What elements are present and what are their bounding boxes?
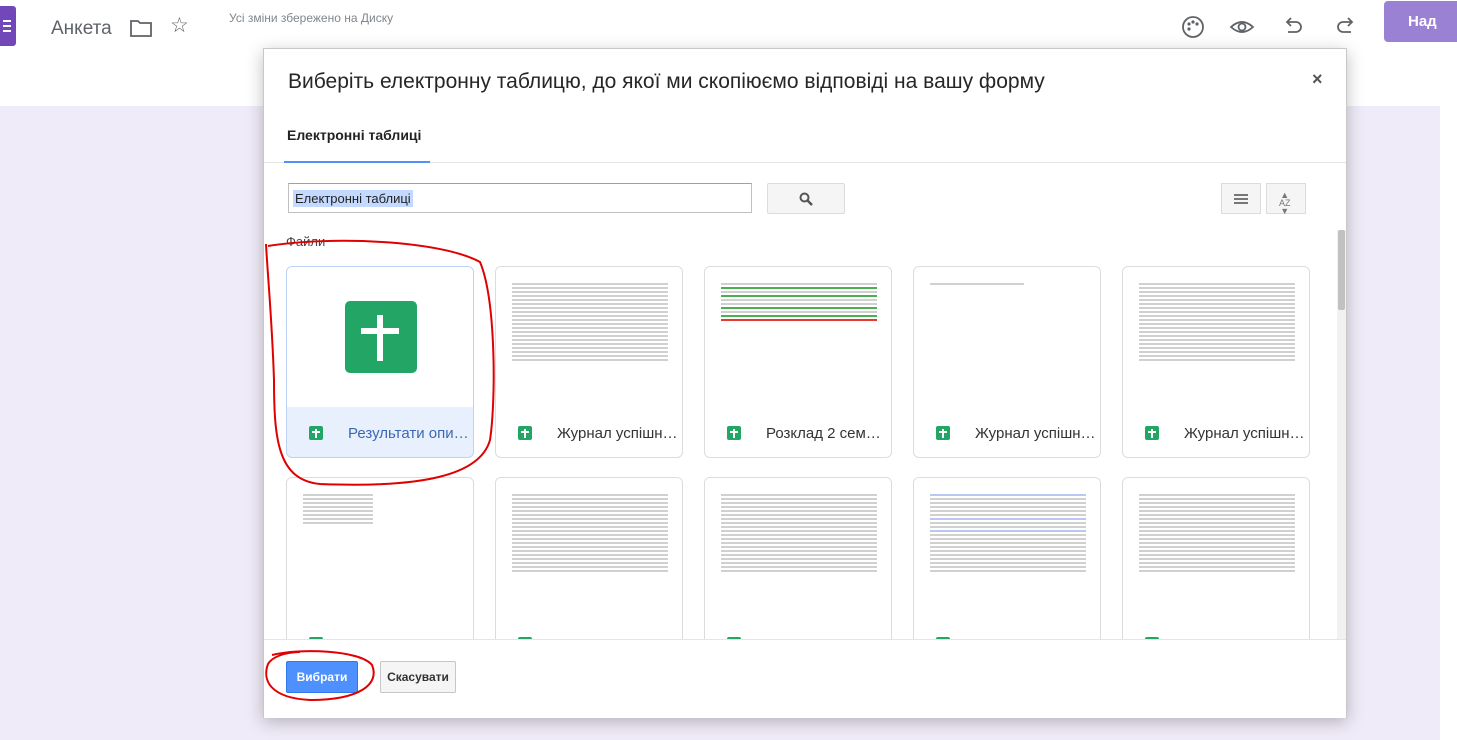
file-name: Журнал успішн… bbox=[557, 425, 678, 442]
sheets-icon bbox=[518, 426, 532, 440]
folder-icon[interactable] bbox=[130, 19, 152, 37]
file-thumbnail bbox=[1123, 478, 1309, 618]
file-thumbnail bbox=[287, 478, 473, 618]
files-section-label: Файли bbox=[286, 234, 326, 249]
file-card[interactable]: Розклад 2 сем… bbox=[704, 266, 892, 458]
file-card[interactable]: Результати опи… bbox=[286, 266, 474, 458]
dialog-footer: Вибрати Скасувати bbox=[264, 639, 1346, 718]
sheets-icon bbox=[309, 426, 323, 440]
star-icon[interactable]: ☆ bbox=[170, 15, 189, 36]
palette-icon[interactable] bbox=[1180, 14, 1206, 40]
file-thumbnail bbox=[496, 478, 682, 618]
tab-spreadsheets[interactable]: Електронні таблиці bbox=[287, 127, 421, 143]
file-name: Результати опи… bbox=[348, 425, 469, 442]
sort-az-icon: ▲ AZ ▼ bbox=[1279, 190, 1291, 216]
file-name: Журнал успішн… bbox=[1184, 425, 1305, 442]
sheets-icon bbox=[727, 426, 741, 440]
save-status: Усі зміни збережено на Диску bbox=[229, 11, 394, 25]
file-thumbnail bbox=[914, 478, 1100, 618]
sheets-icon bbox=[1145, 426, 1159, 440]
search-icon bbox=[799, 192, 813, 206]
search-button[interactable] bbox=[767, 183, 845, 214]
file-card[interactable]: Журнал успішн… bbox=[495, 266, 683, 458]
file-thumbnail bbox=[496, 267, 682, 407]
redo-icon[interactable] bbox=[1333, 14, 1359, 40]
undo-icon[interactable] bbox=[1280, 14, 1306, 40]
sort-button[interactable]: ▲ AZ ▼ bbox=[1266, 183, 1306, 216]
file-name: Розклад 2 сем… bbox=[766, 425, 881, 442]
cancel-button[interactable]: Скасувати bbox=[380, 661, 456, 693]
list-view-button[interactable] bbox=[1221, 183, 1261, 214]
file-thumbnail bbox=[705, 267, 891, 407]
file-card[interactable]: Журнал успішн… bbox=[913, 266, 1101, 458]
eye-icon[interactable] bbox=[1229, 14, 1255, 40]
scrollbar-thumb[interactable] bbox=[1338, 230, 1345, 310]
file-card[interactable]: Журнал успішн… bbox=[1122, 266, 1310, 458]
file-thumbnail bbox=[287, 267, 473, 407]
document-title[interactable]: Анкета bbox=[51, 18, 112, 40]
sheets-icon bbox=[936, 426, 950, 440]
search-input-value: Електронні таблиці bbox=[293, 190, 413, 207]
file-thumbnail bbox=[1123, 267, 1309, 407]
grid-scrollbar[interactable] bbox=[1337, 230, 1346, 684]
search-input[interactable]: Електронні таблиці bbox=[288, 183, 752, 213]
sheets-large-icon bbox=[345, 301, 417, 373]
file-name: Журнал успішн… bbox=[975, 425, 1096, 442]
list-view-icon bbox=[1234, 194, 1248, 204]
picker-content: Електронні таблиці ▲ AZ ▼ Файли Результати… bbox=[264, 163, 1346, 684]
dialog-title: Виберіть електронну таблицю, до якої ми … bbox=[288, 70, 1045, 93]
spreadsheet-picker-dialog: Виберіть електронну таблицю, до якої ми … bbox=[263, 48, 1347, 718]
file-thumbnail bbox=[705, 478, 891, 618]
tab-bar: Електронні таблиці bbox=[264, 115, 1346, 163]
forms-logo-icon[interactable] bbox=[0, 6, 16, 46]
close-icon[interactable]: × bbox=[1312, 69, 1323, 90]
file-thumbnail bbox=[914, 267, 1100, 407]
file-grid: Результати опи… Журнал успішн… Розклад 2… bbox=[286, 266, 1336, 684]
send-button[interactable]: Над bbox=[1384, 1, 1457, 42]
select-button[interactable]: Вибрати bbox=[286, 661, 358, 693]
